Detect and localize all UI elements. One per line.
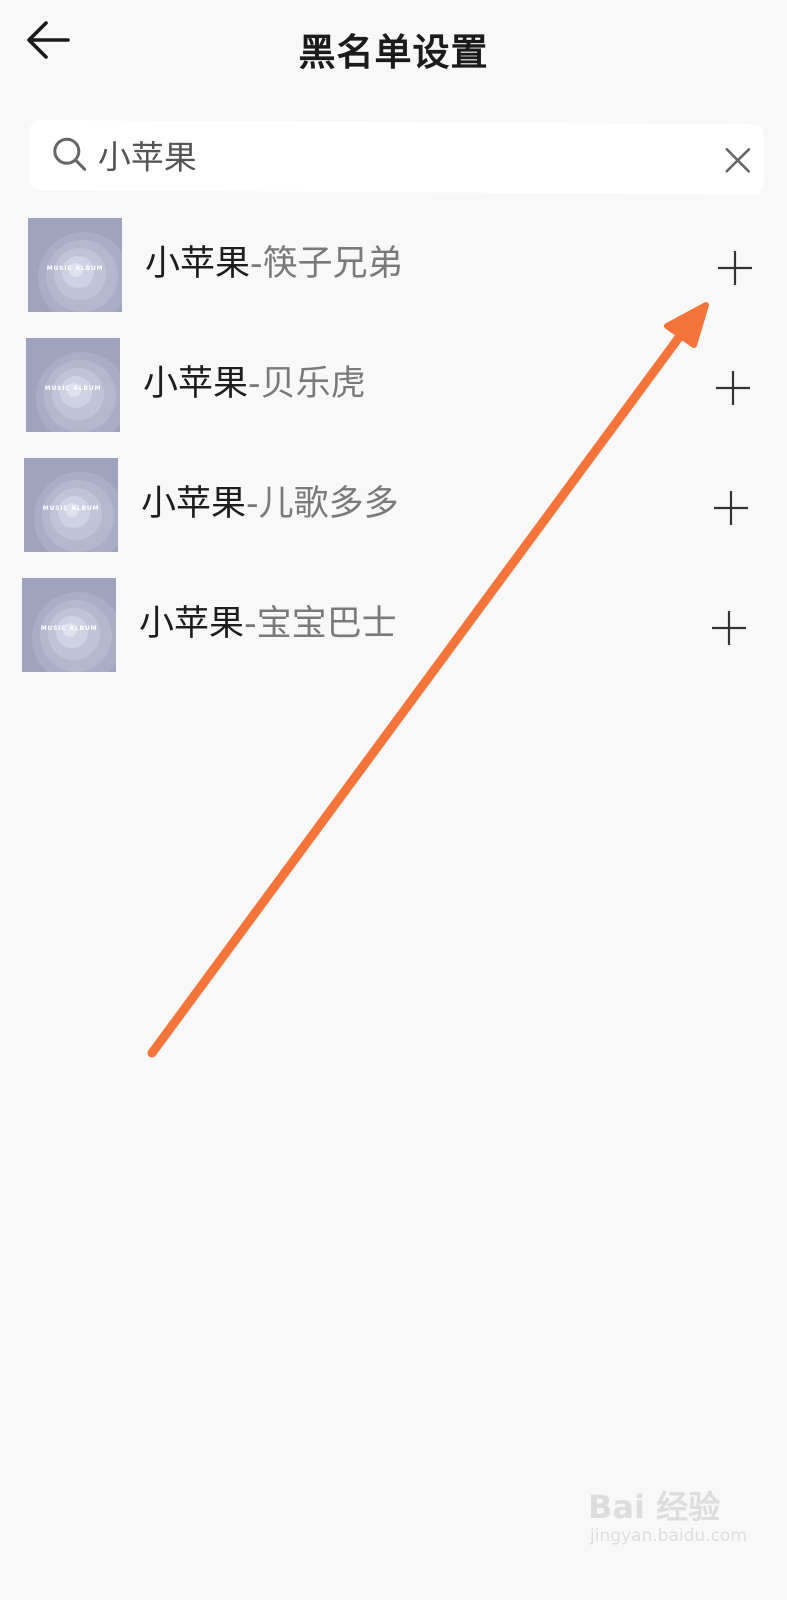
add-icon[interactable] bbox=[711, 488, 751, 528]
item-title: 小苹果-宝宝巴士 bbox=[139, 602, 397, 646]
album-cover-image: MUSIC ALBUM bbox=[22, 578, 116, 672]
album-cover-label: MUSIC ALBUM bbox=[45, 385, 102, 392]
search-icon bbox=[53, 137, 87, 171]
list-item[interactable]: MUSIC ALBUM 小苹果-儿歌多多 bbox=[0, 452, 787, 552]
close-icon[interactable] bbox=[720, 142, 756, 178]
watermark-brand: Bai 经验 bbox=[588, 1488, 721, 1526]
item-title: 小苹果-儿歌多多 bbox=[141, 482, 399, 526]
item-title-artist: 小苹果 bbox=[145, 244, 251, 284]
item-title-source: -儿歌多多 bbox=[246, 484, 399, 524]
add-icon[interactable] bbox=[709, 608, 749, 648]
search-input[interactable] bbox=[97, 128, 678, 184]
item-title-artist: 小苹果 bbox=[141, 484, 247, 524]
page-title: 黑名单设置 bbox=[298, 31, 489, 74]
header: 黑名单设置 bbox=[0, 0, 787, 96]
album-cover-image: MUSIC ALBUM bbox=[24, 458, 118, 552]
album-cover-label: MUSIC ALBUM bbox=[47, 265, 104, 272]
item-title: 小苹果-筷子兄弟 bbox=[145, 242, 403, 286]
album-cover-image: MUSIC ALBUM bbox=[28, 218, 122, 312]
watermark-logo: Bai 经验 jingyan.baidu.com bbox=[588, 1482, 768, 1562]
add-icon[interactable] bbox=[715, 248, 755, 288]
item-title-artist: 小苹果 bbox=[143, 364, 249, 404]
list-item[interactable]: MUSIC ALBUM 小苹果-宝宝巴士 bbox=[0, 572, 787, 672]
add-icon[interactable] bbox=[713, 368, 753, 408]
album-cover-label: MUSIC ALBUM bbox=[41, 625, 98, 632]
item-title: 小苹果-贝乐虎 bbox=[143, 362, 366, 406]
watermark-url: jingyan.baidu.com bbox=[590, 1526, 747, 1546]
list-item[interactable]: MUSIC ALBUM 小苹果-筷子兄弟 bbox=[0, 212, 787, 312]
search-bar[interactable] bbox=[29, 120, 764, 195]
item-title-artist: 小苹果 bbox=[139, 604, 245, 644]
album-cover-label: MUSIC ALBUM bbox=[43, 505, 100, 512]
item-title-source: -贝乐虎 bbox=[248, 364, 366, 404]
list-item[interactable]: MUSIC ALBUM 小苹果-贝乐虎 bbox=[0, 332, 787, 432]
blacklist-settings-page: 黑名单设置 MUSIC ALBUM bbox=[0, 0, 787, 1600]
item-title-source: -宝宝巴士 bbox=[244, 604, 397, 644]
item-title-source: -筷子兄弟 bbox=[250, 244, 403, 284]
album-cover-image: MUSIC ALBUM bbox=[26, 338, 120, 432]
